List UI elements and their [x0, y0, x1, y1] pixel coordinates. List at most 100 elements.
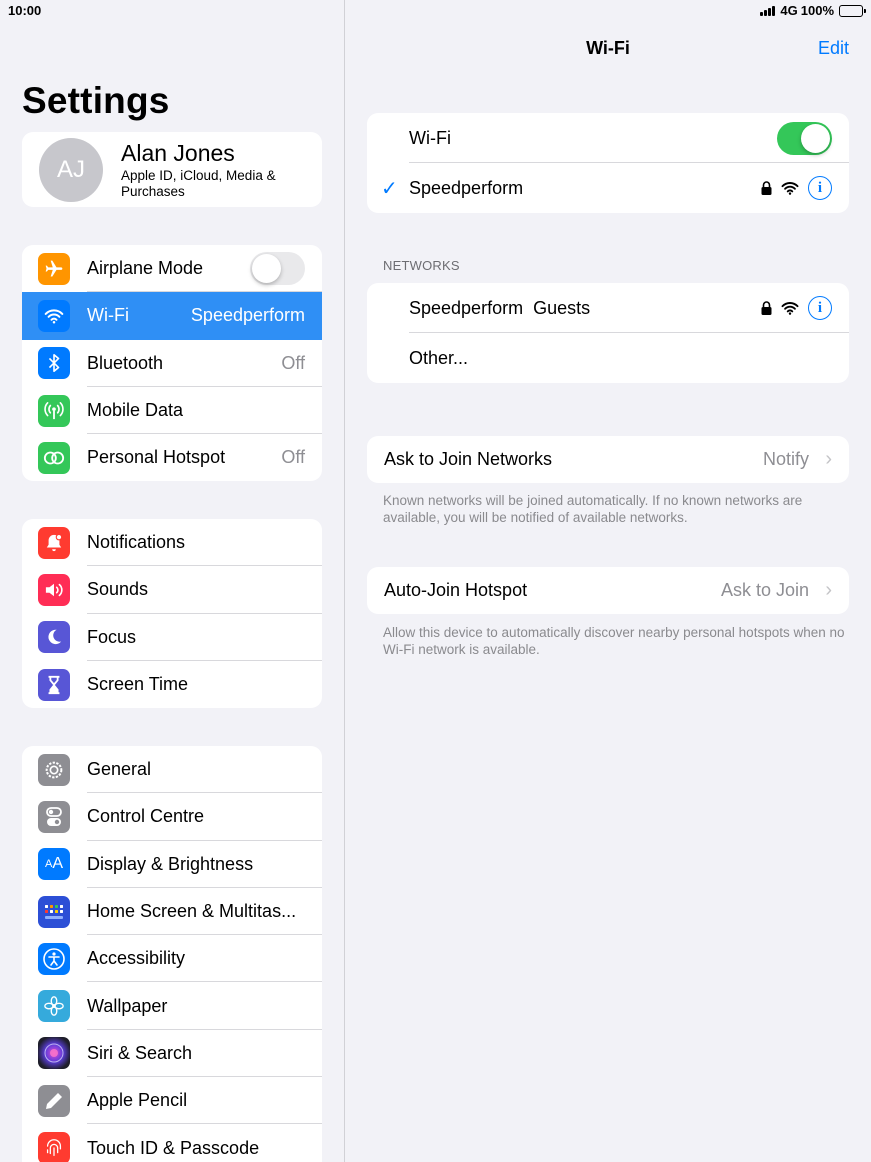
sidebar-item-label: Apple Pencil — [87, 1090, 188, 1111]
battery-percent: 100% — [800, 3, 834, 18]
other-network-row[interactable]: Other... — [367, 333, 849, 383]
wifi-toggle[interactable] — [777, 121, 832, 155]
chevron-right-icon: › — [825, 448, 832, 470]
hotspot-icon — [38, 441, 70, 474]
wifi-icon — [38, 299, 70, 332]
ask-to-join-row[interactable]: Ask to Join Networks Notify › — [367, 436, 849, 483]
hourglass-icon — [38, 668, 70, 701]
avatar: AJ — [39, 138, 103, 202]
sidebar-item-label: Home Screen & Multitas... — [87, 901, 297, 922]
connected-network-name: Speedperform — [409, 177, 524, 198]
checkmark-icon: ✓ — [381, 177, 398, 200]
sidebar-item-notifications[interactable]: Notifications — [22, 519, 322, 567]
wifi-detail-pane: Wi-Fi Edit Wi-Fi ✓ Speedperform i NETWOR… — [345, 0, 871, 1162]
sidebar-item-apple-pencil[interactable]: Apple Pencil — [22, 1077, 322, 1125]
sidebar-item-wifi[interactable]: Wi-Fi Speedperform — [22, 292, 322, 340]
fingerprint-icon — [38, 1132, 70, 1162]
connected-network-row[interactable]: ✓ Speedperform i — [367, 163, 849, 213]
profile-card[interactable]: AJ Alan Jones Apple ID, iCloud, Media & … — [22, 132, 322, 207]
switches-icon — [38, 800, 70, 833]
lock-icon — [761, 181, 772, 195]
sidebar-item-label: Airplane Mode — [87, 258, 204, 279]
sidebar-item-focus[interactable]: Focus — [22, 614, 322, 661]
sidebar-item-screen-time[interactable]: Screen Time — [22, 661, 322, 708]
siri-icon — [38, 1037, 70, 1070]
battery-icon — [839, 4, 866, 17]
sidebar-item-general[interactable]: General — [22, 746, 322, 794]
ask-to-join-label: Ask to Join Networks — [384, 449, 553, 469]
sidebar-item-label: Personal Hotspot — [87, 447, 226, 468]
ask-to-join-value: Notify — [762, 449, 809, 469]
edit-button[interactable]: Edit — [818, 38, 849, 59]
sidebar-item-accessibility[interactable]: Accessibility — [22, 935, 322, 983]
sidebar-item-personal-hotspot[interactable]: Personal Hotspot Off — [22, 434, 322, 481]
status-bar: 10:00 4G 100% — [0, 0, 871, 22]
detail-title: Wi-Fi — [586, 38, 630, 58]
sidebar-item-label: General — [87, 759, 152, 780]
sidebar-item-label: Notifications — [87, 532, 186, 553]
auto-join-card: Auto-Join Hotspot Ask to Join › — [367, 567, 849, 614]
sidebar-item-display-brightness[interactable]: AA Display & Brightness — [22, 841, 322, 888]
sidebar-item-label: Screen Time — [87, 674, 189, 695]
sidebar-item-label: Touch ID & Passcode — [87, 1137, 260, 1158]
sidebar-item-label: Siri & Search — [87, 1042, 193, 1063]
sidebar-item-mobile-data[interactable]: Mobile Data — [22, 387, 322, 435]
flower-icon — [38, 990, 70, 1023]
ask-to-join-footnote: Known networks will be joined automatica… — [383, 493, 803, 525]
sidebar-item-label: Accessibility — [87, 948, 186, 969]
bluetooth-status: Off — [281, 352, 305, 373]
pencil-icon — [38, 1084, 70, 1117]
status-time: 10:00 — [8, 3, 42, 18]
antenna-icon — [38, 394, 70, 427]
airplane-icon — [38, 252, 70, 285]
wifi-signal-icon — [781, 302, 799, 315]
settings-group-notifications: Notifications Sounds Focus Screen Time — [22, 519, 322, 709]
sidebar-item-airplane-mode[interactable]: Airplane Mode — [22, 245, 322, 293]
sidebar-item-touch-id[interactable]: Touch ID & Passcode — [22, 1124, 322, 1162]
settings-group-connectivity: Airplane Mode Wi-Fi Speedperform Bluetoo… — [22, 245, 322, 482]
sidebar-item-siri-search[interactable]: Siri & Search — [22, 1030, 322, 1078]
sidebar-item-sounds[interactable]: Sounds — [22, 566, 322, 614]
gear-icon — [38, 753, 70, 786]
speaker-icon — [38, 573, 70, 606]
airplane-mode-toggle[interactable] — [250, 252, 305, 286]
network-row[interactable]: Speedperform Guests i — [367, 283, 849, 333]
moon-icon — [38, 621, 70, 654]
chevron-right-icon: › — [825, 579, 832, 601]
info-icon[interactable]: i — [808, 176, 832, 200]
sidebar-item-label: Control Centre — [87, 806, 205, 827]
sidebar-item-label: Wi-Fi — [87, 305, 129, 326]
page-title: Settings — [22, 80, 170, 121]
hotspot-status: Off — [281, 447, 305, 468]
network-type: 4G — [780, 3, 798, 18]
grid-icon — [38, 895, 70, 928]
networks-header: NETWORKS — [383, 258, 460, 273]
auto-join-footnote: Allow this device to automatically disco… — [383, 625, 845, 657]
other-label: Other... — [409, 347, 469, 368]
wifi-card: Wi-Fi ✓ Speedperform i — [367, 113, 849, 213]
lock-icon — [761, 301, 772, 315]
sidebar-item-label: Display & Brightness — [87, 853, 254, 874]
wifi-current-network: Speedperform — [190, 305, 305, 326]
accessibility-icon — [38, 942, 70, 975]
wifi-signal-icon — [781, 182, 799, 195]
ask-to-join-card: Ask to Join Networks Notify › — [367, 436, 849, 483]
sidebar-item-bluetooth[interactable]: Bluetooth Off — [22, 340, 322, 387]
text-size-icon: AA — [38, 848, 70, 881]
sidebar-item-label: Focus — [87, 626, 137, 647]
signal-icon — [760, 5, 776, 16]
sidebar-item-label: Mobile Data — [87, 400, 184, 421]
profile-subtitle: Apple ID, iCloud, Media & Purchases — [121, 168, 276, 199]
sidebar-item-wallpaper[interactable]: Wallpaper — [22, 982, 322, 1030]
settings-group-general: General Control Centre AA Display & Brig… — [22, 746, 322, 1162]
sidebar-item-label: Bluetooth — [87, 352, 164, 373]
info-icon[interactable]: i — [808, 296, 832, 320]
sidebar-item-control-centre[interactable]: Control Centre — [22, 793, 322, 841]
auto-join-label: Auto-Join Hotspot — [384, 580, 528, 600]
bluetooth-icon — [38, 347, 70, 380]
sidebar-item-label: Sounds — [87, 579, 149, 600]
auto-join-row[interactable]: Auto-Join Hotspot Ask to Join › — [367, 567, 849, 614]
sidebar-item-label: Wallpaper — [87, 995, 168, 1016]
networks-card: Speedperform Guests i Other... — [367, 283, 849, 383]
sidebar-item-home-screen[interactable]: Home Screen & Multitas... — [22, 888, 322, 936]
